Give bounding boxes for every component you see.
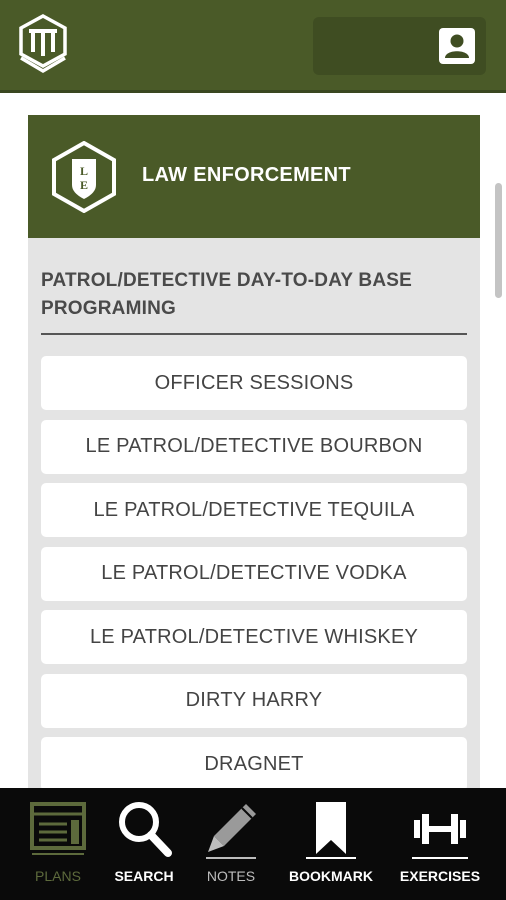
shield-logo-icon[interactable] — [18, 14, 68, 76]
person-badge-icon[interactable] — [438, 27, 476, 65]
nav-label: PLANS — [35, 868, 81, 884]
section-title: PATROL/DETECTIVE DAY-TO-DAY BASE PROGRAM… — [41, 270, 412, 319]
bookmark-icon — [306, 802, 356, 859]
nav-label: SEARCH — [114, 868, 174, 884]
nav-label: BOOKMARK — [289, 868, 373, 884]
plan-list: OFFICER SESSIONS LE PATROL/DETECTIVE BOU… — [41, 356, 467, 801]
list-item[interactable]: LE PATROL/DETECTIVE WHISKEY — [41, 610, 467, 664]
list-item[interactable]: LE PATROL/DETECTIVE VODKA — [41, 546, 467, 601]
list-item[interactable]: DRAGNET — [41, 737, 467, 791]
bottom-navigation: PLANS SEARCH NOTES BOOKMARK EXERCISES — [0, 788, 506, 900]
le-shield-icon: L E — [52, 141, 116, 213]
nav-plans[interactable]: PLANS — [8, 788, 108, 900]
scrollbar-thumb[interactable] — [495, 183, 502, 298]
nav-bookmark[interactable]: BOOKMARK — [281, 788, 381, 900]
nav-label: NOTES — [206, 868, 256, 884]
category-title: LAW ENFORCEMENT — [142, 164, 351, 186]
list-item[interactable]: LE PATROL/DETECTIVE TEQUILA — [41, 483, 467, 537]
pencil-icon — [206, 804, 256, 859]
svg-text:E: E — [80, 178, 88, 192]
plans-icon — [30, 802, 86, 855]
dumbbell-icon — [412, 814, 468, 859]
profile-area[interactable] — [313, 17, 486, 75]
list-item[interactable]: DIRTY HARRY — [41, 673, 467, 728]
nav-exercises[interactable]: EXERCISES — [390, 788, 490, 900]
nav-search[interactable]: SEARCH — [94, 788, 194, 900]
list-item[interactable]: LE PATROL/DETECTIVE BOURBON — [41, 419, 467, 474]
svg-text:L: L — [80, 164, 88, 178]
section-divider — [41, 333, 467, 335]
nav-notes[interactable]: NOTES — [181, 788, 281, 900]
search-icon — [119, 802, 172, 857]
top-app-bar — [0, 0, 506, 93]
category-header: L E LAW ENFORCEMENT — [28, 115, 480, 238]
list-item[interactable]: OFFICER SESSIONS — [41, 356, 467, 410]
nav-label: EXERCISES — [399, 868, 481, 884]
